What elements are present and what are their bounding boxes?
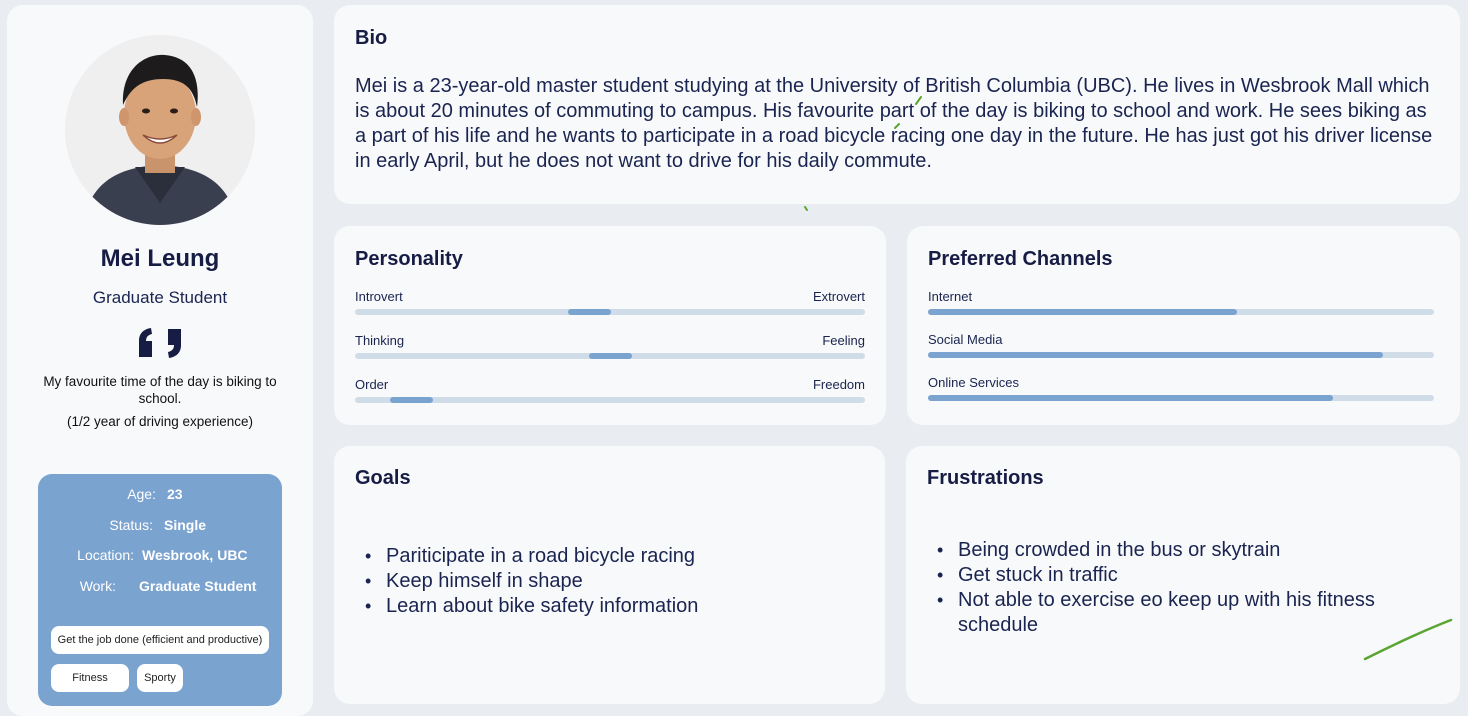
annotation-marks bbox=[804, 96, 1453, 661]
